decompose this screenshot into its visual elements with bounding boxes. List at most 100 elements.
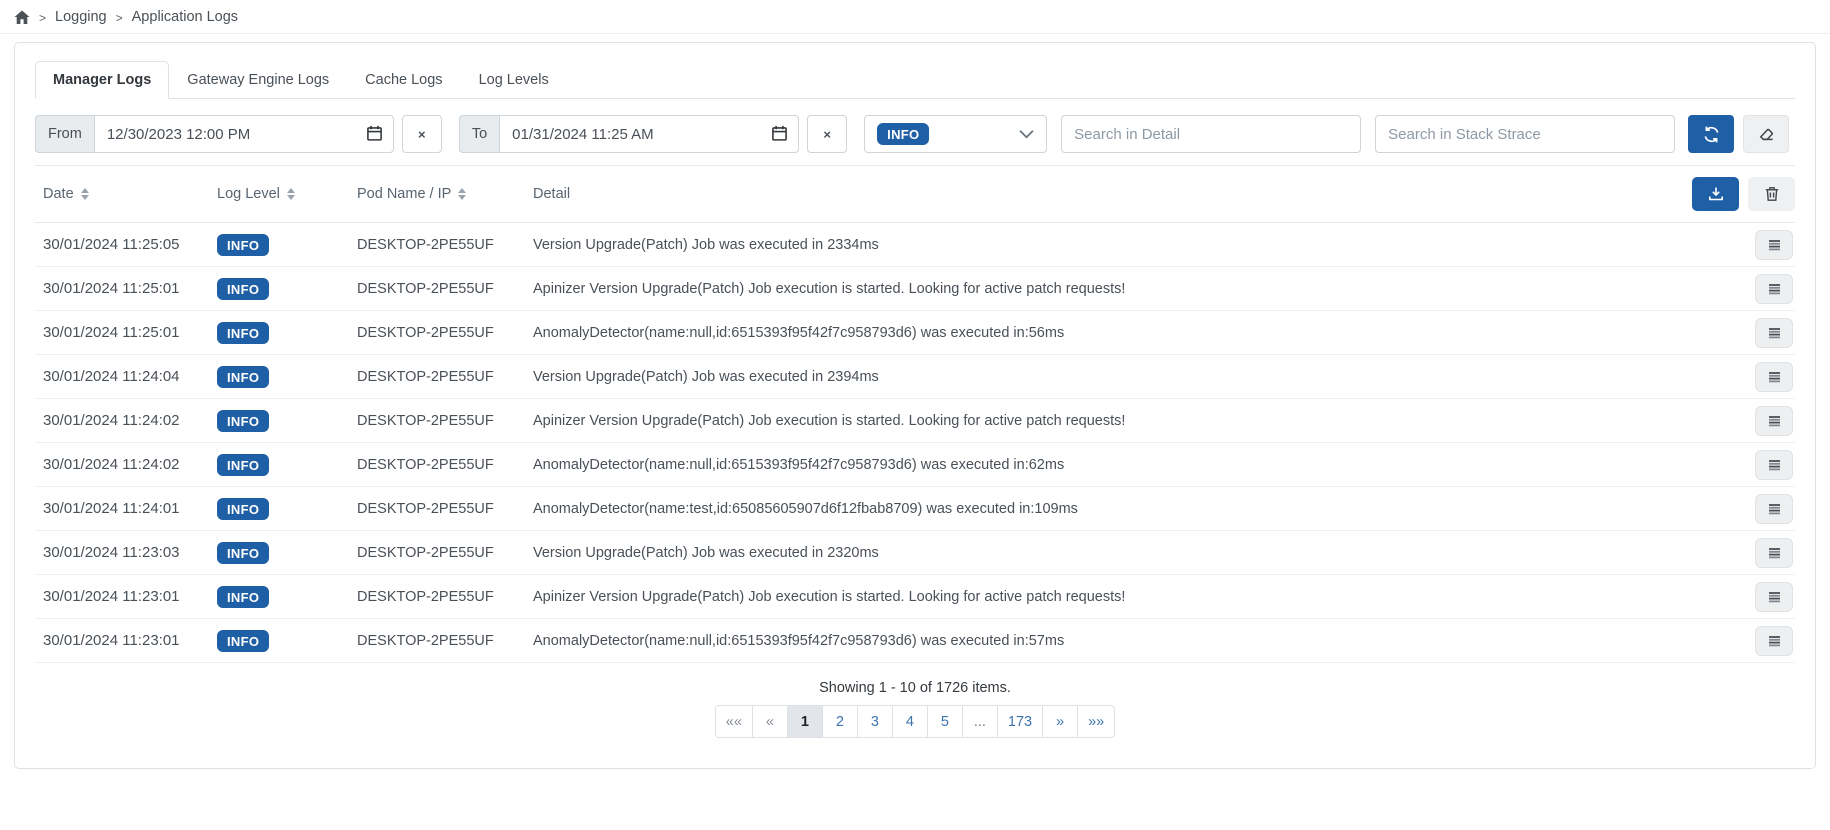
clear-from-date-button[interactable]: × xyxy=(402,115,442,153)
log-level-badge: INFO xyxy=(217,234,269,256)
log-pod-name: DESKTOP-2PE55UF xyxy=(357,633,533,649)
table-row: 30/01/2024 11:25:01 INFO DESKTOP-2PE55UF… xyxy=(35,311,1795,355)
log-detail-button[interactable] xyxy=(1755,582,1793,612)
log-detail-text: Apinizer Version Upgrade(Patch) Job exec… xyxy=(533,589,1731,605)
log-pod-name: DESKTOP-2PE55UF xyxy=(357,281,533,297)
tab-gateway-engine-logs[interactable]: Gateway Engine Logs xyxy=(169,61,347,99)
trash-icon xyxy=(1764,186,1780,202)
refresh-button[interactable] xyxy=(1688,115,1734,153)
column-label: Detail xyxy=(533,186,570,202)
log-date: 30/01/2024 11:24:02 xyxy=(35,456,217,473)
breadcrumb: > Logging > Application Logs xyxy=(0,0,1830,34)
pagination-next[interactable]: » xyxy=(1042,705,1078,738)
log-level-badge: INFO xyxy=(217,586,269,608)
from-date-input[interactable] xyxy=(94,115,394,153)
list-icon xyxy=(1767,546,1782,560)
pagination-page-3[interactable]: 3 xyxy=(857,705,893,738)
home-icon[interactable] xyxy=(14,10,30,25)
breadcrumb-item-application-logs: Application Logs xyxy=(132,9,238,25)
table-row: 30/01/2024 11:25:05 INFO DESKTOP-2PE55UF… xyxy=(35,223,1795,267)
log-detail-text: AnomalyDetector(name:null,id:6515393f95f… xyxy=(533,457,1731,473)
log-level-cell: INFO xyxy=(217,542,357,564)
pagination-page-5[interactable]: 5 xyxy=(927,705,963,738)
log-level-badge: INFO xyxy=(217,366,269,388)
search-detail-input[interactable] xyxy=(1061,115,1361,153)
log-level-cell: INFO xyxy=(217,234,357,256)
breadcrumb-item-logging[interactable]: Logging xyxy=(55,9,107,25)
log-detail-button[interactable] xyxy=(1755,626,1793,656)
clear-filters-button[interactable] xyxy=(1743,115,1789,153)
log-pod-name: DESKTOP-2PE55UF xyxy=(357,501,533,517)
log-date: 30/01/2024 11:25:05 xyxy=(35,236,217,253)
breadcrumb-separator: > xyxy=(116,11,123,25)
log-detail-button[interactable] xyxy=(1755,274,1793,304)
delete-logs-button[interactable] xyxy=(1748,177,1795,211)
pagination-page-1[interactable]: 1 xyxy=(787,705,823,738)
tab-cache-logs[interactable]: Cache Logs xyxy=(347,61,460,99)
pagination-page-173[interactable]: 173 xyxy=(997,705,1043,738)
log-level-selected-badge: INFO xyxy=(877,123,929,145)
log-detail-text: Version Upgrade(Patch) Job was executed … xyxy=(533,545,1731,561)
log-detail-button[interactable] xyxy=(1755,362,1793,392)
table-row: 30/01/2024 11:23:03 INFO DESKTOP-2PE55UF… xyxy=(35,531,1795,575)
pagination-page-4[interactable]: 4 xyxy=(892,705,928,738)
log-level-cell: INFO xyxy=(217,278,357,300)
log-level-badge: INFO xyxy=(217,322,269,344)
from-label: From xyxy=(35,115,94,153)
list-icon xyxy=(1767,282,1782,296)
tab-log-levels[interactable]: Log Levels xyxy=(461,61,567,99)
log-date: 30/01/2024 11:24:02 xyxy=(35,412,217,429)
pagination-prev[interactable]: « xyxy=(752,705,788,738)
log-detail-button[interactable] xyxy=(1755,450,1793,480)
sort-icon xyxy=(458,188,466,200)
to-label: To xyxy=(459,115,499,153)
pagination: «««12345...173»»» xyxy=(35,705,1795,738)
list-icon xyxy=(1767,634,1782,648)
list-icon xyxy=(1767,414,1782,428)
download-logs-button[interactable] xyxy=(1692,177,1739,211)
log-detail-button[interactable] xyxy=(1755,318,1793,348)
log-level-cell: INFO xyxy=(217,410,357,432)
column-label: Log Level xyxy=(217,186,280,202)
column-header-log-level[interactable]: Log Level xyxy=(217,186,357,202)
log-date: 30/01/2024 11:24:04 xyxy=(35,368,217,385)
log-detail-text: AnomalyDetector(name:test,id:65085605907… xyxy=(533,501,1731,517)
pagination-summary: Showing 1 - 10 of 1726 items. xyxy=(35,680,1795,696)
log-date: 30/01/2024 11:25:01 xyxy=(35,324,217,341)
clear-to-date-button[interactable]: × xyxy=(807,115,847,153)
breadcrumb-separator: > xyxy=(39,11,46,25)
log-detail-text: Version Upgrade(Patch) Job was executed … xyxy=(533,237,1731,253)
list-icon xyxy=(1767,326,1782,340)
sort-icon xyxy=(81,188,89,200)
log-detail-button[interactable] xyxy=(1755,494,1793,524)
list-icon xyxy=(1767,238,1782,252)
log-detail-text: Apinizer Version Upgrade(Patch) Job exec… xyxy=(533,281,1731,297)
log-detail-button[interactable] xyxy=(1755,406,1793,436)
log-tabs: Manager LogsGateway Engine LogsCache Log… xyxy=(35,61,1795,99)
log-level-cell: INFO xyxy=(217,322,357,344)
table-row: 30/01/2024 11:24:01 INFO DESKTOP-2PE55UF… xyxy=(35,487,1795,531)
log-date: 30/01/2024 11:25:01 xyxy=(35,280,217,297)
log-detail-button[interactable] xyxy=(1755,230,1793,260)
log-table-body: 30/01/2024 11:25:05 INFO DESKTOP-2PE55UF… xyxy=(35,223,1795,663)
pagination-last[interactable]: »» xyxy=(1077,705,1115,738)
log-detail-text: Apinizer Version Upgrade(Patch) Job exec… xyxy=(533,413,1731,429)
to-date-input[interactable] xyxy=(499,115,799,153)
refresh-icon xyxy=(1703,126,1720,143)
list-icon xyxy=(1767,502,1782,516)
log-level-cell: INFO xyxy=(217,366,357,388)
logs-card: Manager LogsGateway Engine LogsCache Log… xyxy=(14,42,1816,769)
tab-manager-logs[interactable]: Manager Logs xyxy=(35,61,169,99)
column-label: Date xyxy=(43,186,74,202)
search-stack-trace-input[interactable] xyxy=(1375,115,1675,153)
log-date: 30/01/2024 11:24:01 xyxy=(35,500,217,517)
pagination-first[interactable]: «« xyxy=(715,705,753,738)
log-level-badge: INFO xyxy=(217,278,269,300)
column-header-pod-name[interactable]: Pod Name / IP xyxy=(357,186,533,202)
pagination-page-2[interactable]: 2 xyxy=(822,705,858,738)
log-detail-text: AnomalyDetector(name:null,id:6515393f95f… xyxy=(533,325,1731,341)
log-pod-name: DESKTOP-2PE55UF xyxy=(357,545,533,561)
log-detail-button[interactable] xyxy=(1755,538,1793,568)
log-level-select[interactable]: INFO xyxy=(864,115,1047,153)
column-header-date[interactable]: Date xyxy=(35,186,217,202)
